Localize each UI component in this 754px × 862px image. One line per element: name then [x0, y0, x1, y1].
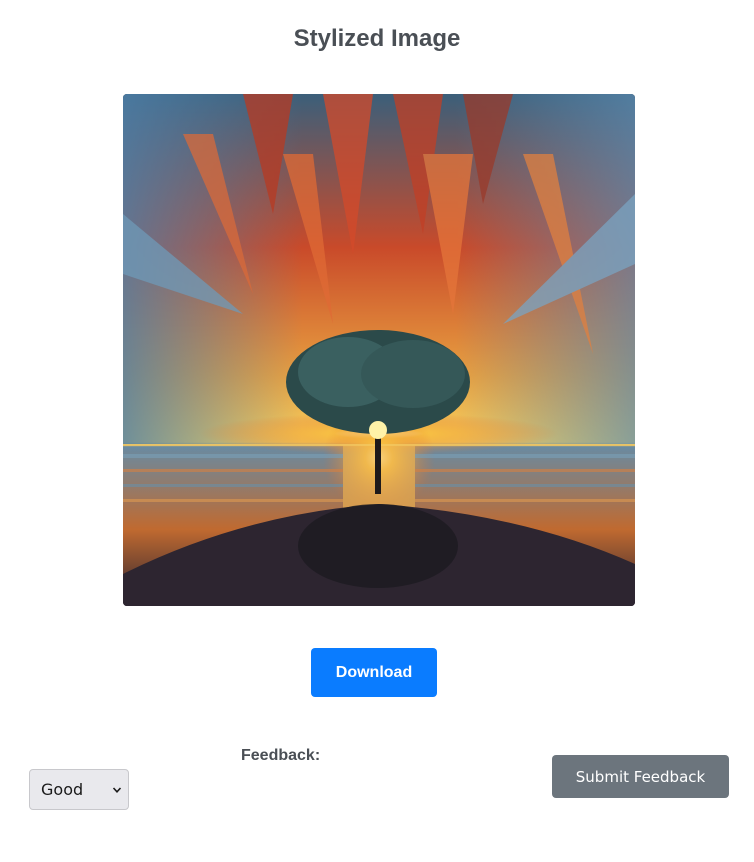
feedback-label: Feedback: [241, 747, 321, 764]
download-button[interactable]: Download [311, 648, 437, 697]
stylized-image-art [123, 94, 635, 606]
feedback-select-value: Good [41, 780, 84, 799]
submit-feedback-button[interactable]: Submit Feedback [552, 755, 729, 798]
stylized-image [123, 94, 635, 606]
page-title: Stylized Image [293, 25, 461, 52]
page: Stylized Image Download Feedback: Good S… [0, 0, 754, 862]
feedback-select[interactable]: Good [29, 769, 129, 810]
chevron-down-icon [112, 787, 122, 793]
